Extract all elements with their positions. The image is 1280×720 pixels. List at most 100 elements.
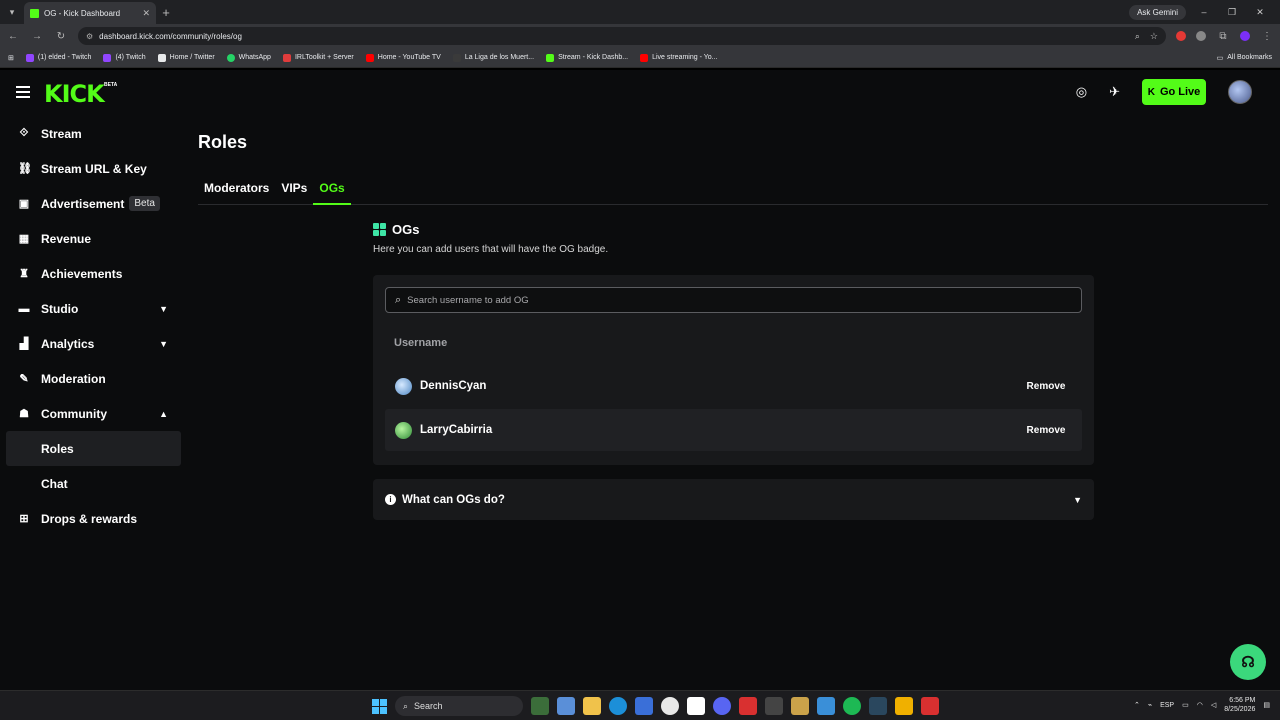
tab-moderators[interactable]: Moderators [198, 174, 275, 205]
sidebar-item-advertisement[interactable]: ▣ Advertisement Beta [0, 186, 188, 221]
profile-icon[interactable] [1240, 31, 1250, 41]
copilot-icon[interactable] [557, 697, 575, 715]
apps-grid-icon[interactable]: ⊞ [8, 54, 14, 62]
network-icon[interactable]: ⌁ [1148, 701, 1152, 709]
extension-icon[interactable] [1176, 31, 1186, 41]
sidebar-item-stream[interactable]: ⟐ Stream [0, 116, 188, 151]
file-explorer-icon[interactable] [583, 697, 601, 715]
tab-vips[interactable]: VIPs [275, 174, 313, 205]
remove-button[interactable]: Remove [1018, 418, 1074, 442]
sidebar-item-analytics[interactable]: ▟ Analytics ▼ [0, 326, 188, 361]
bookmark-item[interactable]: WhatsApp [226, 53, 271, 62]
notion-icon[interactable] [687, 697, 705, 715]
site-info-icon[interactable]: ⚙ [86, 32, 93, 41]
sidebar-item-stream-url-key[interactable]: ⛓ Stream URL & Key [0, 151, 188, 186]
sidebar-item-community[interactable]: ☗ Community ▲ [0, 396, 188, 431]
widgets-icon[interactable] [531, 697, 549, 715]
beta-badge: Beta [129, 196, 160, 211]
sidebar-item-label: Revenue [41, 231, 92, 246]
chrome-icon[interactable] [661, 697, 679, 715]
back-icon[interactable]: ← [6, 31, 20, 42]
notifications-icon[interactable]: ◎ [1076, 84, 1087, 100]
tab-ogs[interactable]: OGs [313, 174, 351, 205]
what-can-ogs-do-accordion[interactable]: i What can OGs do? ▼ [373, 479, 1094, 520]
windows-start-icon[interactable] [372, 698, 387, 714]
app-icon[interactable] [895, 697, 913, 715]
bookmark-item[interactable]: Home - YouTube TV [365, 53, 441, 62]
kick-dashboard: KICK BETA ◎ ✈ K Go Live ⟐ Stream ⛓ Stream … [0, 70, 1280, 690]
zoom-icon[interactable]: ⌕ [1135, 31, 1140, 42]
volume-icon[interactable]: ◁ [1211, 701, 1216, 709]
go-live-button[interactable]: K Go Live [1142, 79, 1206, 105]
search-placeholder: Search username to add OG [407, 294, 529, 306]
bookmark-item[interactable]: (4) Twitch [103, 53, 146, 62]
url-input[interactable]: ⚙ dashboard.kick.com/community/roles/og … [78, 27, 1166, 45]
ask-gemini-button[interactable]: Ask Gemini [1129, 4, 1186, 20]
support-chat-icon[interactable]: ☊ [1230, 644, 1266, 680]
username: DennisCyan [420, 380, 487, 392]
store-icon[interactable] [635, 697, 653, 715]
search-icon: ⌕ [395, 293, 402, 306]
tab-search-icon[interactable]: ▾ [0, 0, 24, 24]
remove-button[interactable]: Remove [1018, 374, 1074, 398]
kick-logo[interactable]: KICK [44, 80, 105, 108]
reload-icon[interactable]: ↻ [54, 31, 68, 42]
sidebar-item-label: Chat [41, 476, 68, 491]
bookmark-label: WhatsApp [238, 54, 271, 61]
clock[interactable]: 6:56 PM 8/25/2026 [1224, 696, 1255, 714]
hamburger-menu-icon[interactable] [16, 86, 30, 98]
taskbar-search[interactable]: ⌕ Search [395, 696, 523, 716]
bookmark-star-icon[interactable]: ☆ [1150, 31, 1158, 42]
sidebar-item-label: Analytics [41, 336, 95, 351]
wifi-icon[interactable]: ◠ [1197, 701, 1203, 709]
spotify-icon[interactable] [843, 697, 861, 715]
discord-icon[interactable] [713, 697, 731, 715]
user-avatar[interactable] [1228, 80, 1252, 104]
restore-icon[interactable]: ❐ [1222, 7, 1242, 18]
sidebar-item-moderation[interactable]: ✎ Moderation [0, 361, 188, 396]
sidebar-item-chat[interactable]: Chat [0, 466, 188, 501]
display-icon[interactable]: ▭ [1182, 701, 1189, 709]
bookmark-item[interactable]: La Liga de los Muert... [452, 53, 534, 62]
extensions-puzzle-icon[interactable]: ⧉ [1216, 31, 1230, 42]
bookmark-item[interactable]: (1) elded - Twitch [25, 53, 92, 62]
forward-icon[interactable]: → [30, 31, 44, 42]
info-icon: i [385, 494, 396, 505]
close-window-icon[interactable]: ✕ [1250, 7, 1270, 18]
language-indicator[interactable]: ESP [1160, 702, 1174, 709]
all-bookmarks-button[interactable]: ▭ All Bookmarks [1217, 54, 1272, 62]
bookmark-label: (1) elded - Twitch [37, 54, 92, 61]
bookmark-item[interactable]: Live streaming - Yo... [640, 53, 717, 62]
app-icon[interactable] [739, 697, 757, 715]
new-tab-icon[interactable]: + [156, 5, 176, 20]
close-tab-icon[interactable]: ✕ [142, 8, 150, 19]
extension-icon[interactable] [1196, 31, 1206, 41]
wrench-icon: ✎ [19, 373, 29, 385]
chevron-down-icon: ▼ [1073, 494, 1082, 505]
bookmark-label: Home / Twitter [169, 54, 215, 61]
steam-icon[interactable] [869, 697, 887, 715]
edge-icon[interactable] [609, 697, 627, 715]
search-input[interactable]: ⌕ Search username to add OG [385, 287, 1082, 313]
app-icon[interactable] [817, 697, 835, 715]
sidebar-item-roles[interactable]: Roles [6, 431, 181, 466]
tray-chevron-icon[interactable]: ⌃ [1134, 701, 1140, 709]
bookmark-item[interactable]: IRLToolkit + Server [282, 53, 354, 62]
gift-icon: ⊞ [19, 513, 29, 525]
minimize-icon[interactable]: – [1194, 7, 1214, 17]
analytics-icon: ▟ [19, 338, 29, 350]
sidebar-item-studio[interactable]: ▬ Studio ▼ [0, 291, 188, 326]
app-icon[interactable] [765, 697, 783, 715]
bookmark-item[interactable]: Stream - Kick Dashb... [546, 53, 628, 62]
bookmark-item[interactable]: Home / Twitter [157, 53, 215, 62]
app-icon[interactable] [921, 697, 939, 715]
menu-kebab-icon[interactable]: ⋮ [1260, 31, 1274, 42]
browser-tab[interactable]: OG - Kick Dashboard ✕ [24, 2, 156, 24]
creator-tools-icon[interactable]: ✈ [1109, 84, 1120, 100]
app-icon[interactable] [791, 697, 809, 715]
notifications-tray-icon[interactable]: ▤ [1263, 701, 1270, 709]
sidebar-item-achievements[interactable]: ♜ Achievements [0, 256, 188, 291]
all-bookmarks-label: All Bookmarks [1227, 54, 1272, 61]
sidebar-item-revenue[interactable]: ▦ Revenue [0, 221, 188, 256]
sidebar-item-drops-rewards[interactable]: ⊞ Drops & rewards [0, 501, 188, 536]
